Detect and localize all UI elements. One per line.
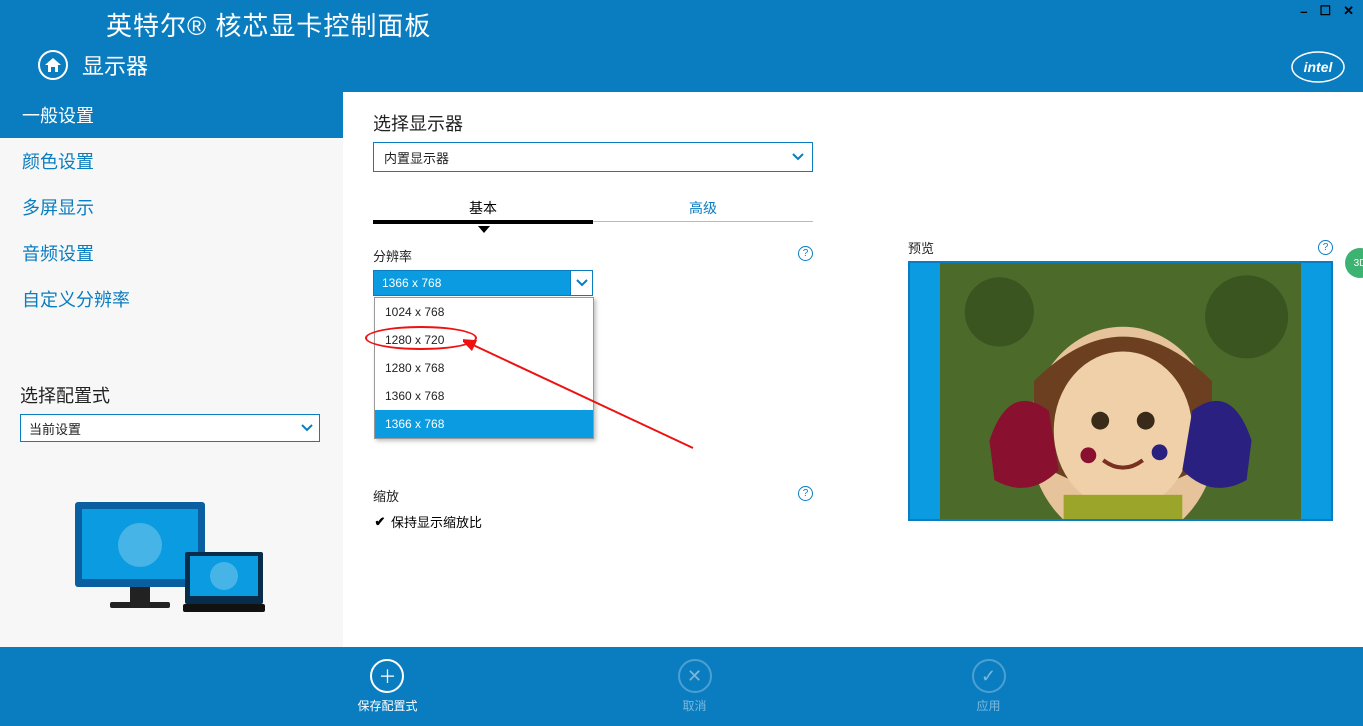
svg-text:intel: intel	[1304, 59, 1334, 75]
resolution-option[interactable]: 1360 x 768	[375, 382, 593, 410]
resolution-option[interactable]: 1280 x 720	[375, 326, 593, 354]
preview-image	[940, 263, 1301, 519]
preview-box	[908, 261, 1333, 521]
close-icon: ✕	[687, 666, 702, 687]
keep-ratio-checkbox[interactable]: ✔	[373, 515, 387, 529]
preview-panel: 预览 ?	[908, 238, 1333, 521]
chevron-down-icon	[570, 271, 592, 295]
chevron-down-icon	[301, 424, 313, 432]
resolution-dropdown: 1024 x 768 1280 x 720 1280 x 768 1360 x …	[374, 297, 594, 439]
save-profile-button[interactable]: ＋ 保存配置式	[357, 659, 417, 714]
home-button[interactable]	[38, 50, 68, 80]
resolution-option-selected[interactable]: 1366 x 768	[375, 410, 593, 438]
footer-bar: ＋ 保存配置式 ✕ 取消 ✓ 应用	[0, 647, 1363, 726]
zoom-row: 缩放 ? ✔ 保持显示缩放比	[373, 486, 813, 531]
profile-value: 当前设置	[29, 419, 81, 438]
profile-label: 选择配置式	[20, 382, 320, 408]
resolution-option[interactable]: 1280 x 768	[375, 354, 593, 382]
apply-button[interactable]: ✓ 应用	[972, 659, 1006, 714]
app-title: 英特尔® 核芯显卡控制面板	[106, 6, 431, 43]
intel-logo: intel	[1291, 50, 1345, 84]
tab-active-underline	[373, 220, 593, 224]
minimize-button[interactable]: –	[1297, 4, 1310, 19]
window-controls: – ☐ ✕	[1297, 0, 1357, 22]
maximize-button[interactable]: ☐	[1316, 3, 1334, 19]
display-select[interactable]: 内置显示器	[373, 142, 813, 172]
plus-icon: ＋	[378, 663, 396, 689]
resolution-label: 分辨率	[373, 246, 412, 265]
check-icon: ✓	[981, 666, 996, 687]
content-area: 选择显示器 内置显示器 基本 高级 分辨率 ? 1366 x 768	[343, 92, 1363, 647]
select-display-label: 选择显示器	[373, 110, 1333, 136]
home-icon	[45, 58, 61, 72]
save-profile-label: 保存配置式	[357, 697, 417, 714]
cancel-label: 取消	[682, 697, 706, 714]
tab-advanced[interactable]: 高级	[593, 194, 813, 222]
keep-ratio-label: 保持显示缩放比	[391, 512, 482, 531]
sidebar-item-general[interactable]: 一般设置	[0, 92, 343, 138]
resolution-row: 分辨率 ? 1366 x 768 1024 x 768 1280 x 720 1…	[373, 246, 813, 296]
resolution-value: 1366 x 768	[382, 276, 441, 290]
sidebar-item-multi[interactable]: 多屏显示	[0, 184, 343, 230]
sidebar-item-audio[interactable]: 音频设置	[0, 230, 343, 276]
resolution-option[interactable]: 1024 x 768	[375, 298, 593, 326]
tab-active-arrow	[478, 226, 490, 233]
preview-bar-left	[910, 263, 940, 519]
tab-basic[interactable]: 基本	[373, 194, 593, 222]
monitor-illustration	[70, 497, 270, 627]
chevron-down-icon	[792, 153, 804, 161]
help-icon[interactable]: ?	[798, 246, 813, 261]
preview-label: 预览	[908, 238, 934, 257]
profile-select[interactable]: 当前设置	[20, 414, 320, 442]
sidebar-item-custom[interactable]: 自定义分辨率	[0, 276, 343, 322]
sidebar: 一般设置 颜色设置 多屏显示 音频设置 自定义分辨率 选择配置式 当前设置	[0, 92, 343, 647]
sidebar-nav: 一般设置 颜色设置 多屏显示 音频设置 自定义分辨率	[0, 92, 343, 322]
section-title: 显示器	[82, 49, 148, 81]
settings-tabs: 基本 高级	[373, 194, 813, 222]
help-icon[interactable]: ?	[798, 486, 813, 501]
header-bar: 英特尔® 核芯显卡控制面板 显示器 – ☐ ✕ intel	[0, 0, 1363, 92]
cancel-button[interactable]: ✕ 取消	[678, 659, 712, 714]
apply-label: 应用	[976, 697, 1000, 714]
resolution-select[interactable]: 1366 x 768 1024 x 768 1280 x 720 1280 x …	[373, 270, 593, 296]
display-select-value: 内置显示器	[384, 148, 449, 167]
sidebar-item-color[interactable]: 颜色设置	[0, 138, 343, 184]
close-button[interactable]: ✕	[1340, 3, 1357, 19]
zoom-label: 缩放	[373, 486, 399, 505]
help-icon[interactable]: ?	[1318, 240, 1333, 255]
preview-bar-right	[1301, 263, 1331, 519]
